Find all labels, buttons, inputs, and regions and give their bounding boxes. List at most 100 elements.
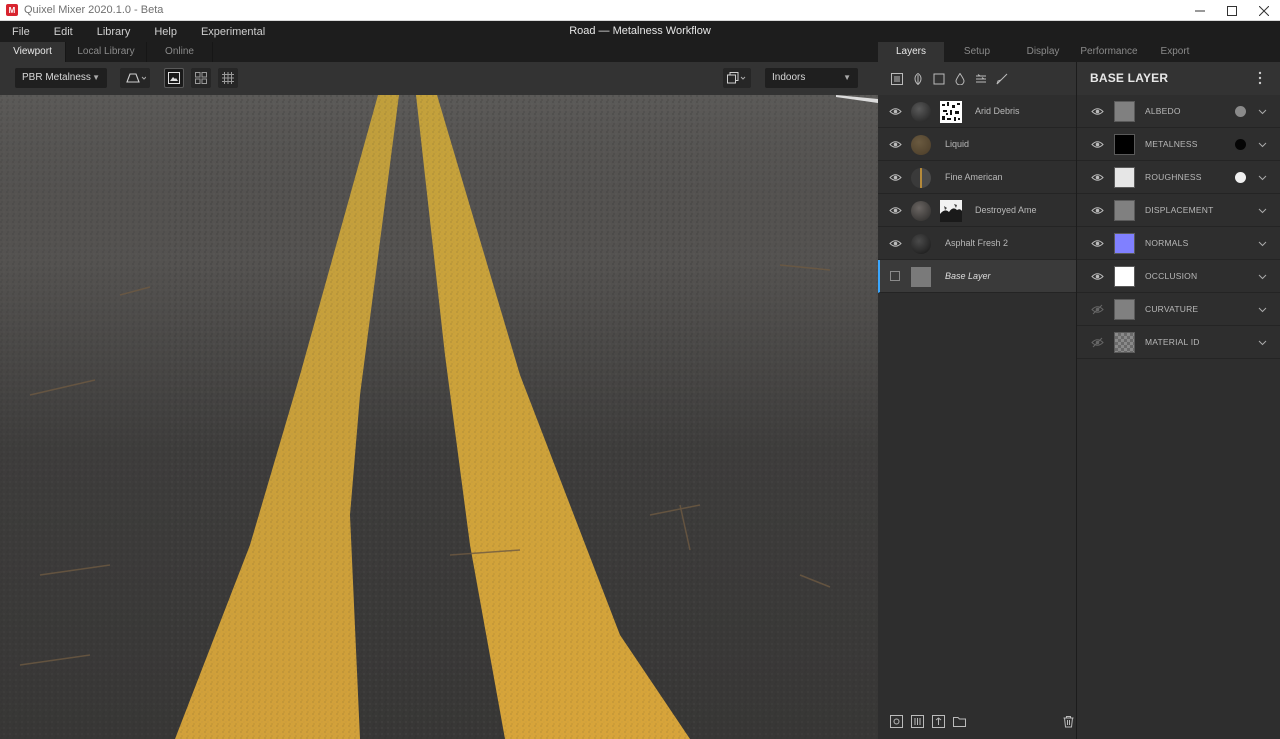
- chevron-down-icon[interactable]: [1258, 107, 1267, 116]
- add-solid-button[interactable]: [932, 72, 946, 86]
- layer-item-selected[interactable]: Base Layer: [878, 260, 1076, 293]
- tab-local-library[interactable]: Local Library: [66, 42, 147, 62]
- add-mask-icon[interactable]: [890, 714, 903, 728]
- close-button[interactable]: [1248, 0, 1280, 21]
- layer-item[interactable]: Asphalt Fresh 2: [878, 227, 1076, 260]
- display-mode-button[interactable]: [723, 68, 751, 88]
- channel-color-swatch[interactable]: [1114, 101, 1135, 122]
- eye-icon[interactable]: [1091, 237, 1104, 250]
- menu-library[interactable]: Library: [85, 26, 143, 38]
- window-titlebar: M Quixel Mixer 2020.1.0 - Beta: [0, 0, 1280, 21]
- adjustments-icon[interactable]: [932, 714, 945, 728]
- channel-color-swatch[interactable]: [1114, 167, 1135, 188]
- square-icon: [933, 73, 945, 84]
- chevron-down-icon[interactable]: [1258, 272, 1267, 281]
- eye-off-icon[interactable]: [1091, 303, 1104, 316]
- menu-experimental[interactable]: Experimental: [189, 26, 277, 38]
- layer-name: Fine American: [945, 172, 1003, 182]
- channel-color-swatch[interactable]: [1114, 266, 1135, 287]
- tab-performance[interactable]: Performance: [1076, 42, 1142, 62]
- viewport-toolbar: PBR Metalness ▼ Indoors ▼: [0, 62, 878, 95]
- channel-color-swatch[interactable]: [1114, 134, 1135, 155]
- layer-name: Asphalt Fresh 2: [945, 238, 1009, 248]
- menu-edit[interactable]: Edit: [42, 26, 85, 38]
- add-modifier-icon[interactable]: [911, 714, 924, 728]
- layer-visibility-checkbox[interactable]: [890, 271, 900, 281]
- channel-row-material-id[interactable]: MATERIAL ID: [1077, 326, 1280, 359]
- add-surface-button[interactable]: [911, 72, 925, 86]
- eye-icon[interactable]: [889, 204, 902, 217]
- channel-color-swatch[interactable]: [1114, 200, 1135, 221]
- channel-value-dot[interactable]: [1235, 106, 1246, 117]
- grid-view-button[interactable]: [218, 68, 238, 88]
- channel-value-dot[interactable]: [1235, 172, 1246, 183]
- layer-mask-thumbnail: [940, 200, 962, 222]
- layer-bottom-toolbar: [878, 703, 1077, 739]
- channel-row-curvature[interactable]: CURVATURE: [1077, 293, 1280, 326]
- layer-name: Liquid: [945, 139, 970, 149]
- channel-name: METALNESS: [1145, 139, 1198, 149]
- eye-icon[interactable]: [1091, 204, 1104, 217]
- eye-icon[interactable]: [1091, 105, 1104, 118]
- chevron-down-icon[interactable]: [1258, 239, 1267, 248]
- chevron-down-icon[interactable]: [1258, 140, 1267, 149]
- more-options-icon[interactable]: [1258, 71, 1262, 85]
- eye-icon[interactable]: [1091, 138, 1104, 151]
- channel-color-swatch[interactable]: [1114, 332, 1135, 353]
- eye-icon[interactable]: [1091, 270, 1104, 283]
- add-stack-button[interactable]: [974, 72, 988, 86]
- channel-row-metalness[interactable]: METALNESS: [1077, 128, 1280, 161]
- layer-item[interactable]: Destroyed Ame: [878, 194, 1076, 227]
- 3d-viewport[interactable]: [0, 95, 878, 739]
- tab-viewport[interactable]: Viewport: [0, 42, 66, 62]
- eye-icon[interactable]: [889, 105, 902, 118]
- channel-name: DISPLACEMENT: [1145, 205, 1214, 215]
- chevron-down-icon[interactable]: [1258, 338, 1267, 347]
- add-fill-button[interactable]: [953, 72, 967, 86]
- channel-row-occlusion[interactable]: OCCLUSION: [1077, 260, 1280, 293]
- layer-item[interactable]: Liquid: [878, 128, 1076, 161]
- chevron-down-icon[interactable]: [1258, 206, 1267, 215]
- tab-online[interactable]: Online: [147, 42, 213, 62]
- panel-title: BASE LAYER: [1090, 71, 1169, 85]
- menu-help[interactable]: Help: [142, 26, 189, 38]
- maximize-button[interactable]: [1216, 0, 1248, 21]
- folder-icon[interactable]: [953, 715, 966, 728]
- menu-file[interactable]: File: [0, 26, 42, 38]
- eye-off-icon[interactable]: [1091, 336, 1104, 349]
- environment-dropdown[interactable]: Indoors ▼: [765, 68, 858, 88]
- eye-icon[interactable]: [1091, 171, 1104, 184]
- chevron-down-icon[interactable]: [1258, 305, 1267, 314]
- chevron-down-icon[interactable]: [1258, 173, 1267, 182]
- minimize-button[interactable]: [1184, 0, 1216, 21]
- brush-icon: [996, 73, 1008, 84]
- eye-icon[interactable]: [889, 138, 902, 151]
- channel-value-dot[interactable]: [1235, 139, 1246, 150]
- camera-mode-button[interactable]: [120, 68, 150, 88]
- eye-icon[interactable]: [889, 237, 902, 250]
- workflow-dropdown[interactable]: PBR Metalness ▼: [15, 68, 107, 88]
- base-layer-panel: BASE LAYER ALBEDO METALNESS ROUGHNESS DI…: [1077, 62, 1280, 739]
- app-logo-icon: M: [6, 4, 18, 16]
- channel-row-albedo[interactable]: ALBEDO: [1077, 95, 1280, 128]
- channel-color-swatch[interactable]: [1114, 233, 1135, 254]
- layer-item[interactable]: Arid Debris: [878, 95, 1076, 128]
- tab-export[interactable]: Export: [1142, 42, 1208, 62]
- add-layer-button[interactable]: [890, 72, 904, 86]
- channel-row-displacement[interactable]: DISPLACEMENT: [1077, 194, 1280, 227]
- trash-icon[interactable]: [1062, 715, 1075, 728]
- channel-color-swatch[interactable]: [1114, 299, 1135, 320]
- layer-item[interactable]: Fine American: [878, 161, 1076, 194]
- channel-name: ALBEDO: [1145, 106, 1181, 116]
- channel-name: OCCLUSION: [1145, 271, 1198, 281]
- tab-layers[interactable]: Layers: [878, 42, 944, 62]
- split-view-button[interactable]: [191, 68, 211, 88]
- tab-setup[interactable]: Setup: [944, 42, 1010, 62]
- single-view-button[interactable]: [164, 68, 184, 88]
- channel-row-roughness[interactable]: ROUGHNESS: [1077, 161, 1280, 194]
- channel-row-normals[interactable]: NORMALS: [1077, 227, 1280, 260]
- panel-header: BASE LAYER: [1077, 62, 1280, 95]
- eye-icon[interactable]: [889, 171, 902, 184]
- tab-display[interactable]: Display: [1010, 42, 1076, 62]
- add-paint-button[interactable]: [995, 72, 1009, 86]
